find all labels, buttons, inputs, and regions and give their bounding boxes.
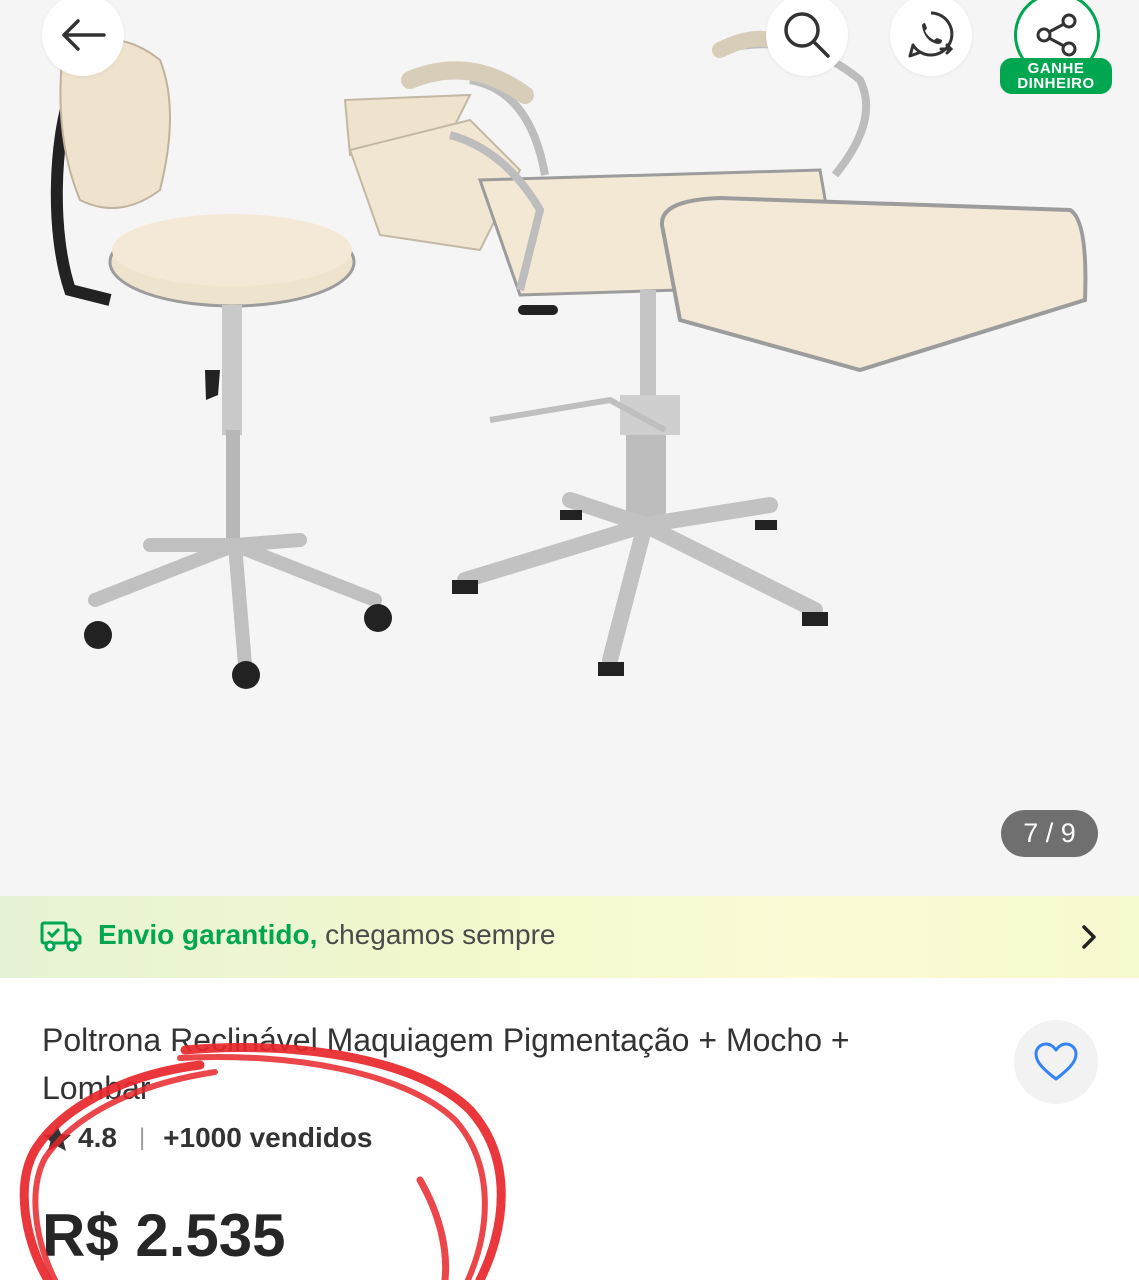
rating-row[interactable]: 4.8 | +1000 vendidos bbox=[42, 1118, 373, 1158]
shipping-banner[interactable]: Envio garantido, chegamos sempre bbox=[0, 896, 1139, 978]
shipping-highlight: Envio garantido, bbox=[98, 919, 318, 950]
product-price: R$ 2.535 bbox=[42, 1202, 286, 1269]
earn-money-line2: DINHEIRO bbox=[1017, 75, 1095, 92]
search-icon bbox=[784, 12, 830, 58]
shipping-text: Envio garantido, chegamos sempre bbox=[98, 918, 555, 952]
rating-separator: | bbox=[138, 1124, 146, 1151]
chevron-right-icon bbox=[1082, 925, 1096, 949]
arrow-left-icon bbox=[62, 19, 106, 51]
image-counter: 7 / 9 bbox=[1001, 810, 1098, 857]
shipping-rest: chegamos sempre bbox=[317, 919, 556, 950]
product-image bbox=[50, 30, 1088, 689]
sold-count: +1000 vendidos bbox=[163, 1122, 373, 1153]
stool-illustration bbox=[50, 39, 392, 689]
earn-money-line1: GANHE bbox=[1027, 60, 1085, 77]
heart-icon bbox=[1034, 1042, 1078, 1081]
rating-value: 4.8 bbox=[78, 1122, 117, 1153]
earn-money-badge: GANHE DINHEIRO bbox=[1000, 58, 1112, 94]
share-icon bbox=[1036, 13, 1077, 57]
truck-icon bbox=[40, 921, 82, 952]
product-image-gallery[interactable]: GANHE DINHEIRO 7 / 9 bbox=[0, 0, 1139, 896]
favorite-button[interactable] bbox=[1014, 1020, 1098, 1104]
chair-illustration bbox=[343, 30, 1088, 676]
product-title: Poltrona Reclinável Maquiagem Pigmentaçã… bbox=[42, 1022, 850, 1106]
earn-money-share-button[interactable]: GANHE DINHEIRO bbox=[1000, 0, 1114, 96]
star-icon bbox=[43, 1125, 71, 1151]
whatsapp-icon bbox=[908, 11, 954, 58]
